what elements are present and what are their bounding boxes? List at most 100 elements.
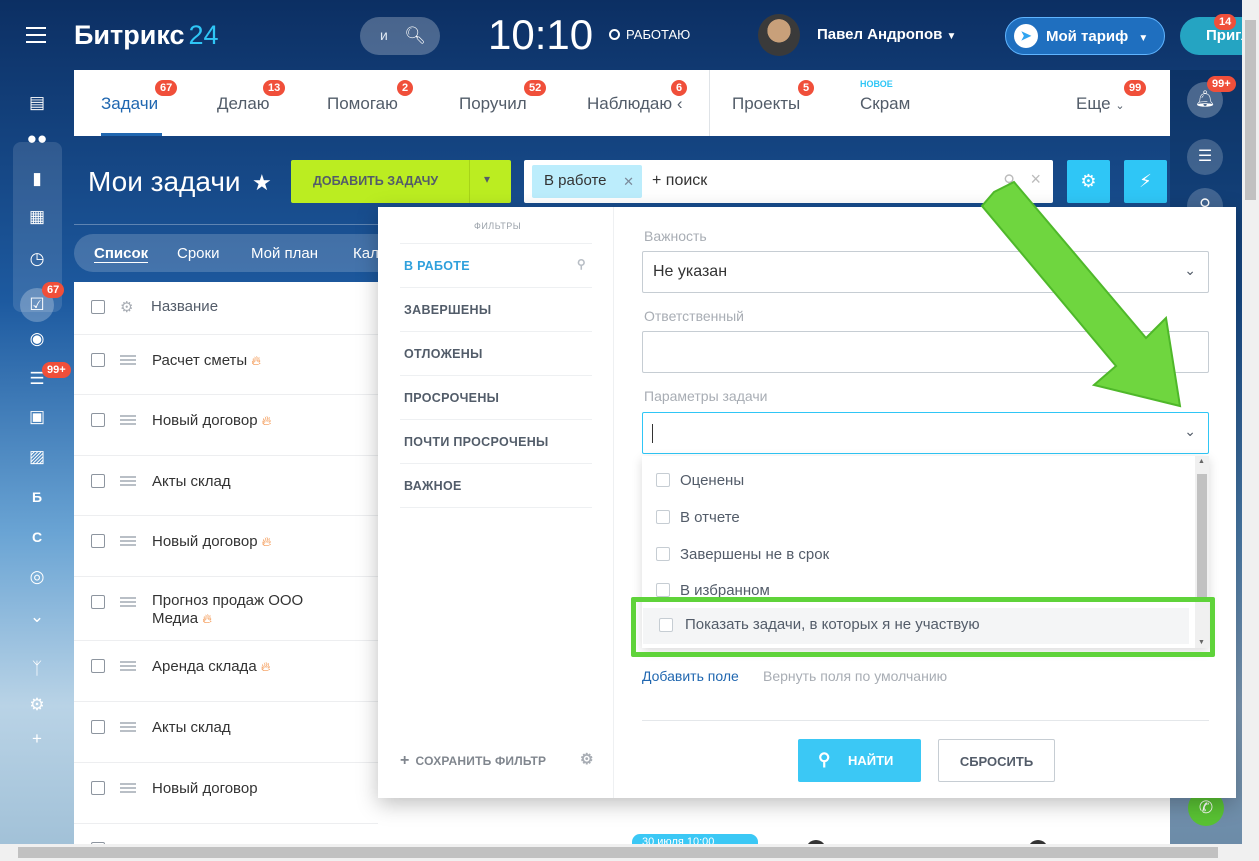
save-filter-button[interactable]: + СОХРАНИТЬ ФИЛЬТР ⚙: [400, 751, 593, 770]
table-row[interactable]: Новый договор 🔥︎: [74, 394, 378, 455]
bell-icon[interactable]: 🔔︎ 99+: [1187, 76, 1236, 118]
row-checkbox[interactable]: [91, 659, 105, 673]
task-name[interactable]: Расчет сметы 🔥︎: [152, 352, 261, 370]
drag-handle-icon[interactable]: [120, 722, 136, 732]
task-name[interactable]: Новый договор: [152, 780, 258, 798]
nav-letter-c[interactable]: С: [26, 526, 48, 548]
drag-handle-icon[interactable]: [120, 415, 136, 425]
preset-in-work[interactable]: В РАБОТЕ ⚲: [400, 243, 592, 287]
document-icon[interactable]: ▮: [26, 168, 48, 190]
filter-funnel-icon[interactable]: ☰ 99+: [26, 362, 71, 390]
add-task-button[interactable]: ДОБАВИТЬ ЗАДАЧУ ▾: [291, 160, 511, 203]
tab-scrum[interactable]: Скрам НОВОЕ: [860, 79, 910, 114]
task-name[interactable]: Акты склад: [152, 473, 231, 491]
gear-icon[interactable]: ⚙: [26, 694, 48, 716]
table-row[interactable]: Новый договор: [74, 762, 378, 823]
select-all-checkbox[interactable]: [91, 300, 105, 314]
tab-doing[interactable]: Делаю 13: [217, 80, 286, 114]
robot-icon[interactable]: ◉: [26, 328, 48, 350]
scrollbar-thumb[interactable]: [1197, 474, 1207, 599]
add-field-link[interactable]: Добавить поле: [642, 668, 739, 684]
reset-fields-link[interactable]: Вернуть поля по умолчанию: [763, 668, 947, 684]
table-row[interactable]: Аренда склада 🔥︎: [74, 640, 378, 701]
option-checkbox[interactable]: [656, 583, 670, 597]
avatar[interactable]: [758, 14, 800, 56]
tab-assigned[interactable]: Поручил 52: [459, 80, 547, 114]
chevron-left-icon[interactable]: ‹: [677, 94, 683, 113]
tab-helping[interactable]: Помогаю 2: [327, 80, 414, 114]
logo[interactable]: Битрикс 24: [74, 20, 219, 51]
option-late-completed[interactable]: Завершены не в срок: [656, 546, 829, 563]
view-my-plan[interactable]: Мой план: [251, 245, 318, 262]
column-header-name[interactable]: Название: [151, 298, 218, 315]
gear-icon[interactable]: ⚙: [580, 750, 594, 768]
drag-handle-icon[interactable]: [120, 355, 136, 365]
table-row[interactable]: Акты склад: [74, 701, 378, 762]
drag-handle-icon[interactable]: [120, 536, 136, 546]
row-checkbox[interactable]: [91, 413, 105, 427]
drag-handle-icon[interactable]: [120, 597, 136, 607]
row-checkbox[interactable]: [91, 781, 105, 795]
row-checkbox[interactable]: [91, 720, 105, 734]
table-row[interactable]: Акты склад: [74, 455, 378, 515]
view-calendar[interactable]: Кал: [353, 245, 379, 262]
gear-icon[interactable]: ⚙: [120, 298, 133, 316]
option-checkbox[interactable]: [656, 547, 670, 561]
scrollbar-thumb[interactable]: [18, 847, 1218, 858]
row-checkbox[interactable]: [91, 534, 105, 548]
star-icon[interactable]: ★: [252, 170, 272, 196]
sitemap-icon[interactable]: ᛉ: [26, 658, 48, 680]
option-not-participating[interactable]: Показать задачи, в которых я не участвую: [643, 608, 1189, 644]
preset-almost-overdue[interactable]: ПОЧТИ ПРОСРОЧЕНЫ: [400, 419, 592, 463]
option-checkbox[interactable]: [659, 618, 673, 632]
tariff-button[interactable]: ➤ Мой тариф ▼: [1005, 17, 1165, 55]
search-input-text[interactable]: + поиск: [652, 172, 707, 190]
user-menu[interactable]: Павел Андропов ▼: [817, 26, 956, 43]
menu-icon[interactable]: [26, 27, 46, 43]
task-name[interactable]: Аренда склада 🔥︎: [152, 658, 270, 676]
tab-projects[interactable]: Проекты 5: [732, 80, 815, 114]
inbox-icon[interactable]: ▤: [26, 92, 48, 114]
option-in-report[interactable]: В отчете: [656, 509, 740, 526]
row-checkbox[interactable]: [91, 353, 105, 367]
find-button[interactable]: ⚲ НАЙТИ: [798, 739, 921, 782]
tasks-nav-icon[interactable]: ☑ 67: [20, 282, 65, 322]
table-row[interactable]: Расчет сметы 🔥︎: [74, 334, 378, 394]
window-icon[interactable]: ▣: [26, 406, 48, 428]
close-icon[interactable]: ✕: [623, 174, 634, 190]
table-row[interactable]: Прогноз продаж ООО Медиа 🔥︎: [74, 576, 378, 640]
view-list[interactable]: Список: [94, 245, 149, 263]
task-name[interactable]: Новый договор 🔥︎: [152, 533, 271, 551]
task-name[interactable]: Прогноз продаж ООО Медиа 🔥︎: [152, 592, 322, 628]
row-checkbox[interactable]: [91, 474, 105, 488]
chevron-down-icon[interactable]: ▾: [484, 172, 490, 186]
drag-handle-icon[interactable]: [120, 661, 136, 671]
drag-handle-icon[interactable]: [120, 476, 136, 486]
preset-completed[interactable]: ЗАВЕРШЕНЫ: [400, 287, 592, 331]
scrollbar-thumb[interactable]: [1245, 20, 1256, 200]
filter-chip[interactable]: В работе ✕: [532, 165, 642, 198]
clock-icon[interactable]: ◷: [26, 248, 48, 270]
tab-more[interactable]: Еще ⌄ 99: [1076, 80, 1147, 114]
preset-important[interactable]: ВАЖНОЕ: [400, 463, 592, 507]
chat-icon[interactable]: ☰: [1187, 139, 1223, 175]
preset-overdue[interactable]: ПРОСРОЧЕНЫ: [400, 375, 592, 419]
option-checkbox[interactable]: [656, 473, 670, 487]
nav-letter-b[interactable]: Б: [26, 486, 48, 508]
contact-card-icon[interactable]: ▨: [26, 446, 48, 468]
scroll-up-icon[interactable]: ▲: [1198, 458, 1205, 465]
horizontal-scrollbar[interactable]: [0, 844, 1242, 861]
view-deadlines[interactable]: Сроки: [177, 245, 219, 262]
target-icon[interactable]: ◎: [26, 566, 48, 588]
task-name[interactable]: Акты склад: [152, 719, 231, 737]
work-status[interactable]: РАБОТАЮ: [609, 27, 690, 42]
table-row[interactable]: Новый договор 🔥︎: [74, 515, 378, 576]
chevron-circle-icon[interactable]: ⌄: [26, 606, 48, 628]
users-icon[interactable]: ●●: [26, 128, 48, 150]
drag-handle-icon[interactable]: [120, 783, 136, 793]
reset-button[interactable]: СБРОСИТЬ: [938, 739, 1055, 782]
header-search[interactable]: и 🔍︎: [360, 17, 440, 55]
task-name[interactable]: Новый договор 🔥︎: [152, 412, 271, 430]
pin-icon[interactable]: ⚲: [577, 257, 586, 271]
tab-watching[interactable]: Наблюдаю ‹ 6: [587, 80, 688, 114]
